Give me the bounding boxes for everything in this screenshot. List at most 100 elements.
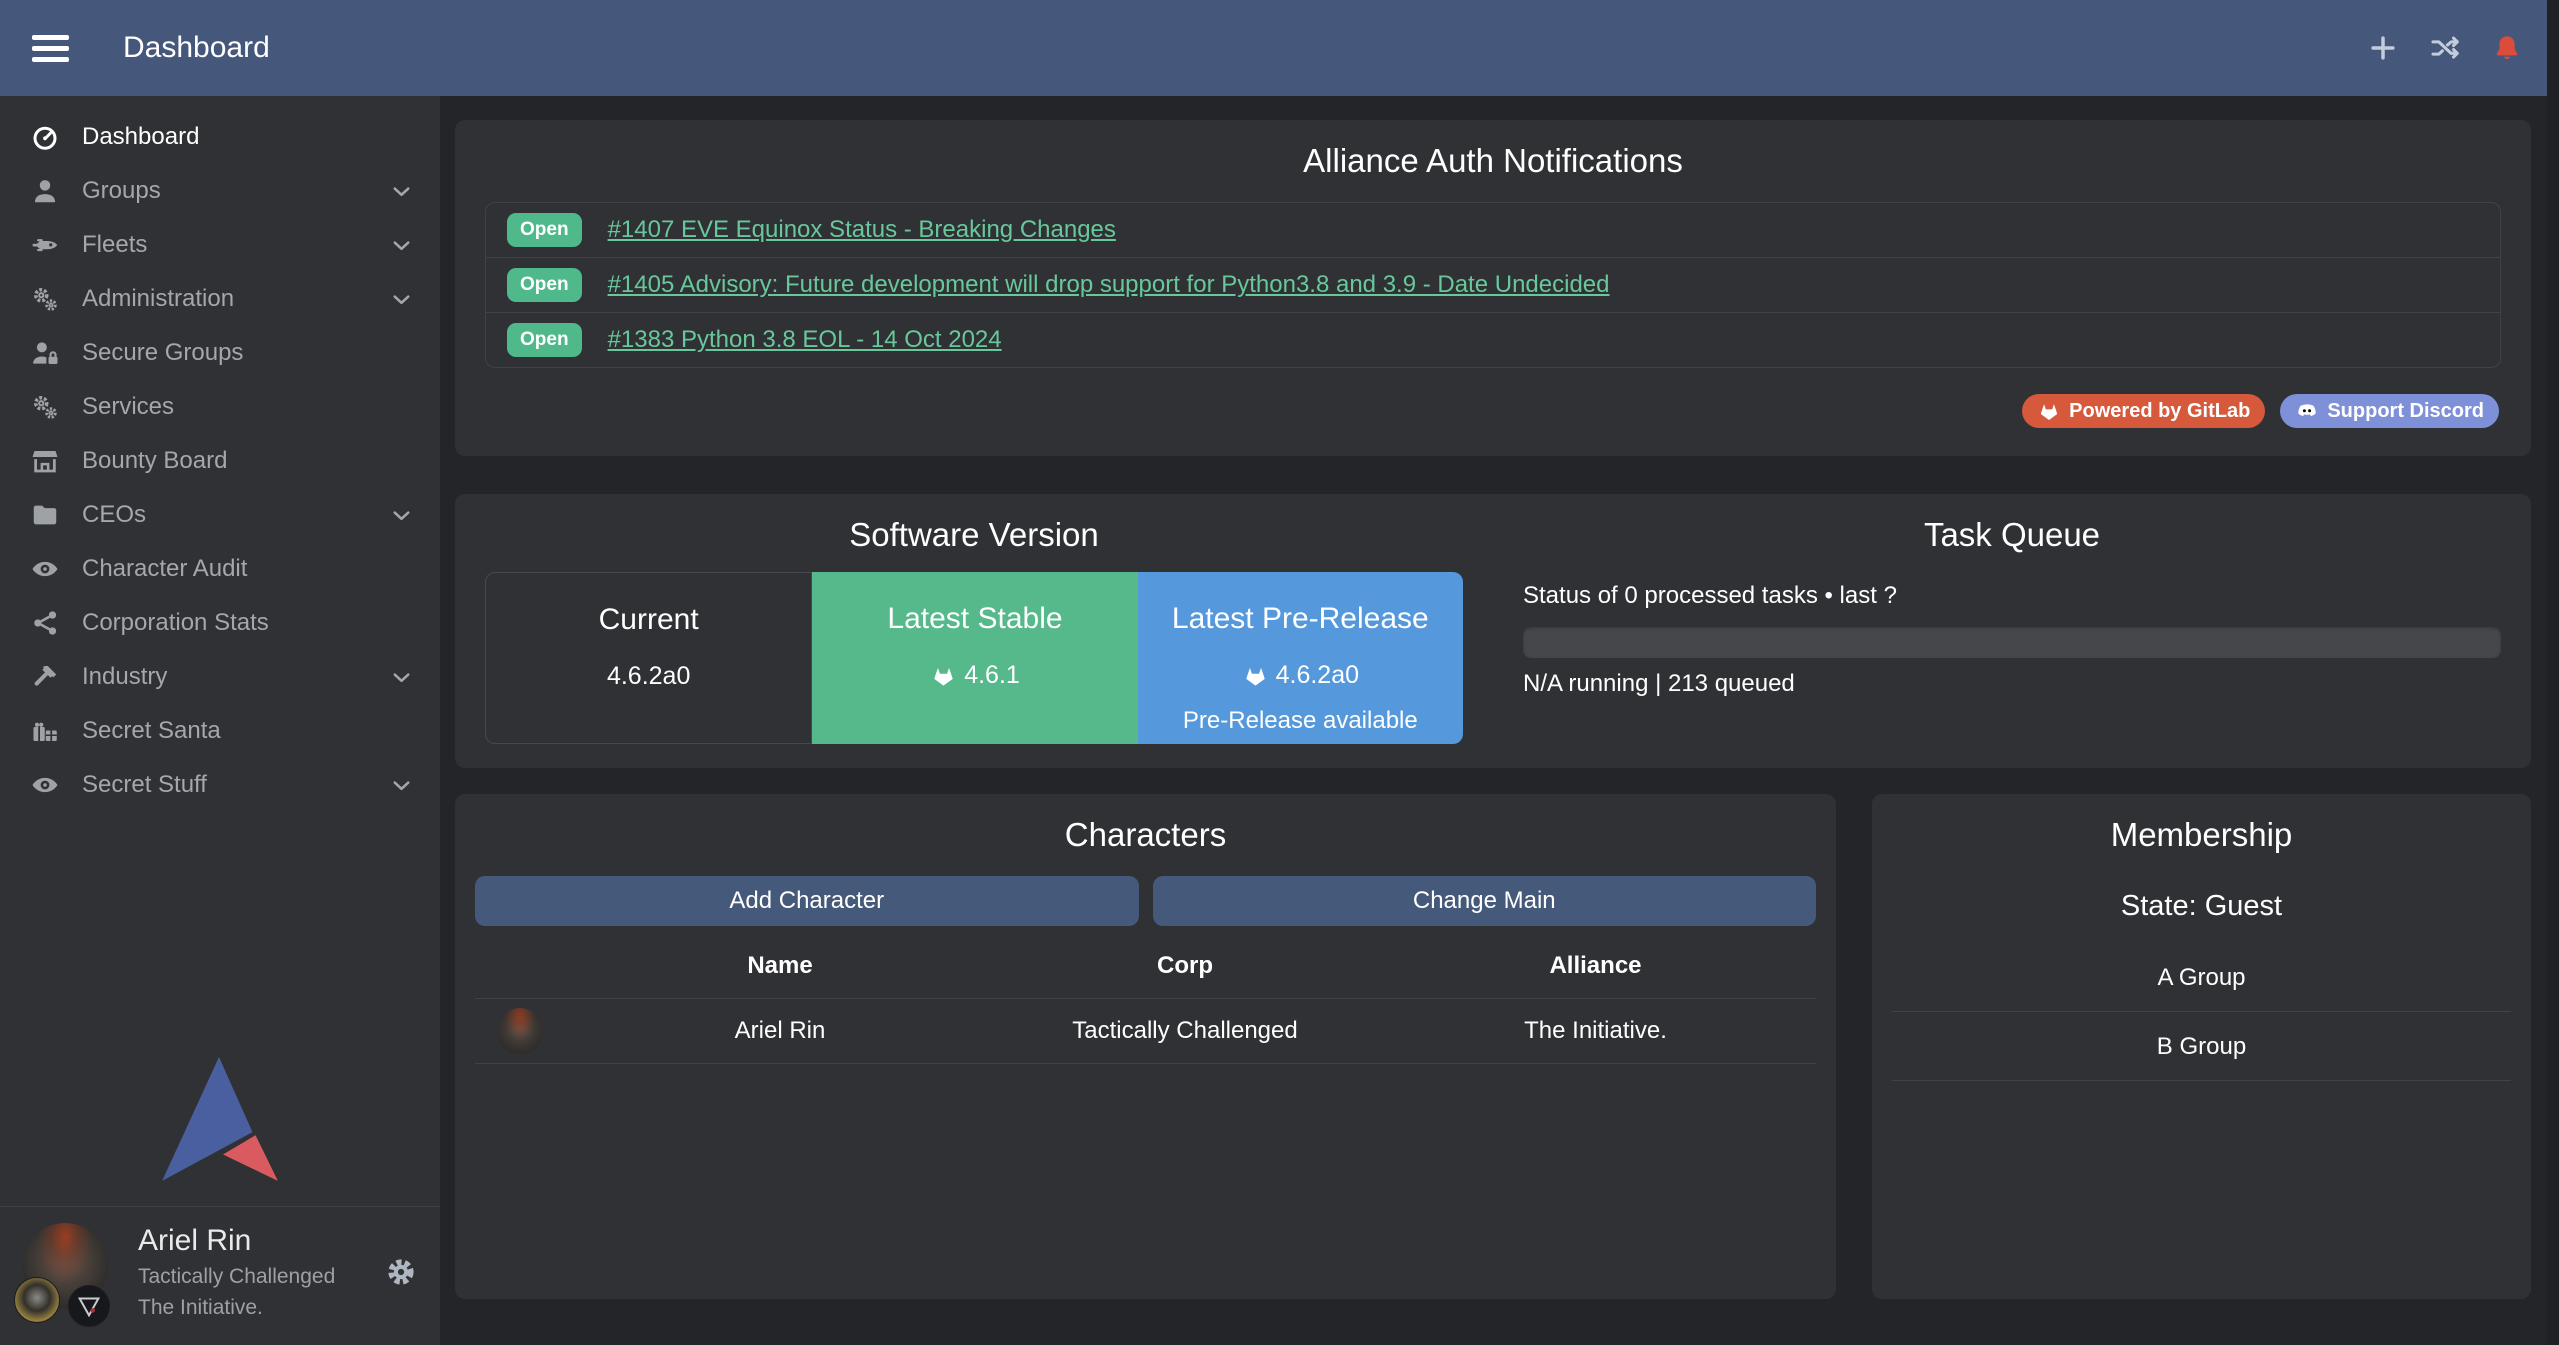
- sidebar-toggle-button[interactable]: [32, 35, 69, 62]
- notification-row: Open #1405 Advisory: Future development …: [486, 258, 2500, 313]
- task-queue-counts: N/A running | 213 queued: [1523, 670, 2501, 698]
- navbar-actions: [2367, 32, 2523, 64]
- task-queue-status: Status of 0 processed tasks • last ?: [1523, 582, 2501, 610]
- sidebar-item-dashboard[interactable]: Dashboard: [0, 110, 440, 164]
- top-navbar: Dashboard: [0, 0, 2559, 96]
- scrollbar[interactable]: [2547, 0, 2559, 1345]
- alliance-triangle-icon: [74, 1291, 104, 1321]
- gitlab-icon: [1242, 662, 1269, 689]
- latest-prerelease-card: Latest Pre-Release 4.6.2a0 Pre-Release a…: [1138, 572, 1463, 744]
- character-name: Ariel Rin: [565, 1017, 995, 1045]
- group-row: A Group: [1892, 943, 2511, 1012]
- bottom-row: Characters Add Character Change Main Nam…: [455, 794, 2531, 1299]
- task-queue-section: Task Queue Status of 0 processed tasks •…: [1493, 516, 2531, 744]
- share-icon: [30, 608, 60, 638]
- user-name: Ariel Rin: [138, 1224, 335, 1258]
- corp-logo-badge: [14, 1277, 60, 1323]
- sidebar-item-bounty-board[interactable]: Bounty Board: [0, 434, 440, 488]
- chevron-down-icon: [389, 233, 414, 258]
- sidebar-item-groups[interactable]: Groups: [0, 164, 440, 218]
- hammer-icon: [30, 662, 60, 692]
- shuttle-icon: [30, 230, 60, 260]
- sidebar-item-ceos[interactable]: CEOs: [0, 488, 440, 542]
- eye-icon: [30, 770, 60, 800]
- notifications-panel: Alliance Auth Notifications Open #1407 E…: [455, 120, 2531, 456]
- gifts-icon: [30, 716, 60, 746]
- store-icon: [30, 446, 60, 476]
- status-badge: Open: [507, 268, 582, 302]
- character-corp: Tactically Challenged: [995, 1017, 1375, 1045]
- sidebar-item-character-audit[interactable]: Character Audit: [0, 542, 440, 596]
- sidebar-nav: Dashboard Groups Fleets Administration S…: [0, 96, 440, 812]
- alliance-logo-badge: [68, 1285, 110, 1327]
- status-badge: Open: [507, 323, 582, 357]
- notification-row: Open #1383 Python 3.8 EOL - 14 Oct 2024: [486, 313, 2500, 367]
- gitlab-icon: [2037, 399, 2061, 423]
- user-avatar-stack: [20, 1221, 116, 1323]
- sidebar-item-secret-stuff[interactable]: Secret Stuff: [0, 758, 440, 812]
- notification-link[interactable]: #1383 Python 3.8 EOL - 14 Oct 2024: [608, 326, 1002, 354]
- user-alliance: The Initiative.: [138, 1296, 335, 1320]
- sidebar-item-secret-santa[interactable]: Secret Santa: [0, 704, 440, 758]
- notification-link[interactable]: #1405 Advisory: Future development will …: [608, 271, 1610, 299]
- sidebar-item-corporation-stats[interactable]: Corporation Stats: [0, 596, 440, 650]
- user-lock-icon: [30, 338, 60, 368]
- add-character-button[interactable]: Add Character: [475, 876, 1139, 926]
- status-panel: Software Version Current 4.6.2a0 Latest …: [455, 494, 2531, 768]
- discord-badge[interactable]: Support Discord: [2280, 394, 2499, 428]
- sidebar-item-industry[interactable]: Industry: [0, 650, 440, 704]
- notifications-list: Open #1407 EVE Equinox Status - Breaking…: [485, 202, 2501, 368]
- gitlab-badge[interactable]: Powered by GitLab: [2022, 394, 2265, 428]
- alliance-auth-logo: [0, 1054, 440, 1206]
- user-meta: Ariel Rin Tactically Challenged The Init…: [138, 1224, 335, 1320]
- cogs-icon: [30, 284, 60, 314]
- characters-buttons: Add Character Change Main: [475, 876, 1816, 926]
- software-version-section: Software Version Current 4.6.2a0 Latest …: [455, 516, 1493, 744]
- notification-link[interactable]: #1407 EVE Equinox Status - Breaking Chan…: [608, 216, 1116, 244]
- change-main-button[interactable]: Change Main: [1153, 876, 1817, 926]
- character-alliance: The Initiative.: [1375, 1017, 1816, 1045]
- characters-panel: Characters Add Character Change Main Nam…: [455, 794, 1836, 1299]
- discord-icon: [2295, 399, 2319, 423]
- software-version-title: Software Version: [485, 516, 1463, 554]
- change-main-shuffle-icon[interactable]: [2429, 32, 2461, 64]
- task-queue-progress-bar: [1523, 627, 2501, 658]
- chevron-down-icon: [389, 665, 414, 690]
- characters-table-header: Name Corp Alliance: [475, 940, 1816, 999]
- main-content: Alliance Auth Notifications Open #1407 E…: [440, 96, 2559, 1345]
- gitlab-icon: [930, 662, 957, 689]
- character-portrait: [497, 1008, 543, 1054]
- corp-column-header: Corp: [995, 952, 1375, 980]
- characters-table: Name Corp Alliance Ariel Rin Tactically …: [475, 940, 1816, 1064]
- chevron-down-icon: [389, 773, 414, 798]
- characters-title: Characters: [475, 816, 1816, 854]
- chevron-down-icon: [389, 179, 414, 204]
- user-panel: Ariel Rin Tactically Challenged The Init…: [0, 1206, 440, 1345]
- user-icon: [30, 176, 60, 206]
- status-badge: Open: [507, 213, 582, 247]
- name-column-header: Name: [565, 952, 995, 980]
- gauge-icon: [30, 122, 60, 152]
- sidebar-item-administration[interactable]: Administration: [0, 272, 440, 326]
- notifications-bell-icon[interactable]: [2491, 32, 2523, 64]
- group-row: B Group: [1892, 1012, 2511, 1081]
- version-cards: Current 4.6.2a0 Latest Stable 4.6.1 Late…: [485, 572, 1463, 744]
- chevron-down-icon: [389, 287, 414, 312]
- chevron-down-icon: [389, 503, 414, 528]
- table-row: Ariel Rin Tactically Challenged The Init…: [475, 999, 1816, 1064]
- hamburger-icon: [32, 35, 69, 40]
- sidebar-item-services[interactable]: Services: [0, 380, 440, 434]
- sidebar-item-fleets[interactable]: Fleets: [0, 218, 440, 272]
- current-version-card: Current 4.6.2a0: [485, 572, 812, 744]
- user-corp: Tactically Challenged: [138, 1265, 335, 1289]
- sidebar-item-secure-groups[interactable]: Secure Groups: [0, 326, 440, 380]
- membership-panel: Membership State: Guest A Group B Group: [1872, 794, 2531, 1299]
- membership-groups: A Group B Group: [1892, 943, 2511, 1081]
- membership-title: Membership: [1892, 816, 2511, 854]
- user-settings-gear-icon[interactable]: [384, 1255, 418, 1289]
- notifications-title: Alliance Auth Notifications: [485, 142, 2501, 180]
- add-character-plus-icon[interactable]: [2367, 32, 2399, 64]
- notification-row: Open #1407 EVE Equinox Status - Breaking…: [486, 203, 2500, 258]
- page-title: Dashboard: [123, 31, 270, 65]
- latest-stable-card: Latest Stable 4.6.1: [812, 572, 1137, 744]
